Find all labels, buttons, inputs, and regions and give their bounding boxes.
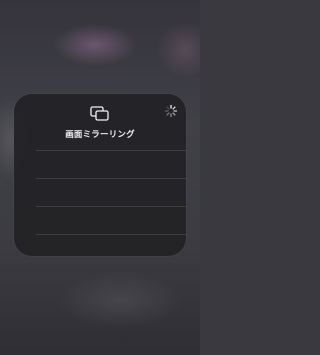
device-row-separator [36,178,186,179]
device-list [36,150,186,240]
loading-spinner-icon [164,104,178,118]
device-row-separator [36,206,186,207]
device-row-separator [36,234,186,235]
screen-mirroring-panel: 画面ミラーリング [14,94,186,256]
screen-mirroring-icon [90,106,109,121]
device-row-separator [36,150,186,151]
panel-title: 画面ミラーリング [65,130,135,140]
